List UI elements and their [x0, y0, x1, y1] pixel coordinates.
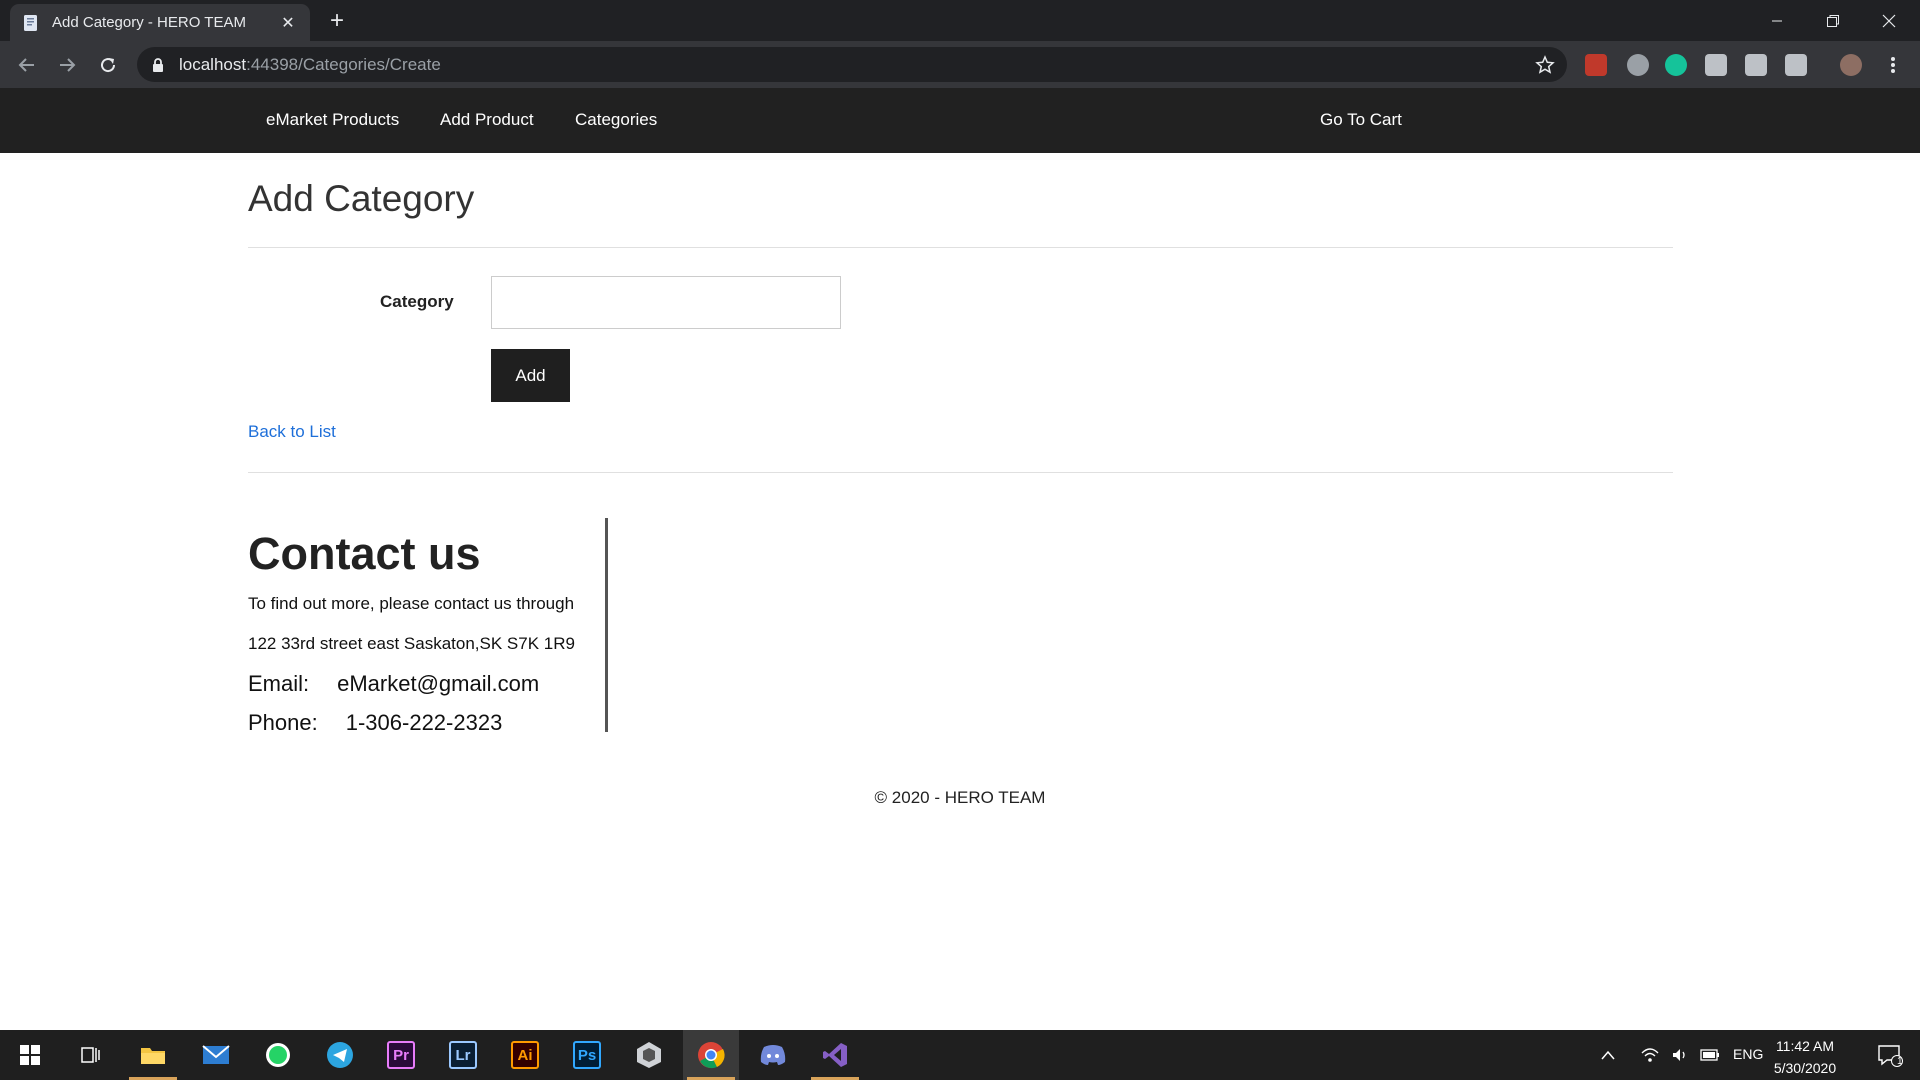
- tab-close-icon[interactable]: ✕: [278, 13, 298, 33]
- discord-icon[interactable]: [745, 1030, 801, 1080]
- clock-time: 11:42 AM: [1775, 1038, 1835, 1054]
- file-explorer-icon[interactable]: [125, 1030, 181, 1080]
- site-navbar: eMarket Products Add Product Categories …: [0, 88, 1920, 153]
- battery-icon[interactable]: [1695, 1030, 1725, 1080]
- content-divider: [248, 472, 1673, 473]
- whatsapp-icon[interactable]: [250, 1030, 306, 1080]
- nav-emarket-products[interactable]: eMarket Products: [266, 110, 399, 130]
- email-label: Email:: [248, 671, 310, 696]
- profile-avatar[interactable]: [1840, 54, 1862, 76]
- extension-card-icon[interactable]: [1705, 54, 1727, 76]
- lightroom-icon[interactable]: Lr: [435, 1030, 491, 1080]
- email-value: eMarket@gmail.com: [337, 671, 540, 696]
- contact-address: 122 33rd street east Saskaton,SK S7K 1R9: [248, 634, 575, 653]
- url-text: localhost:44398/Categories/Create: [179, 54, 441, 74]
- browser-menu-icon[interactable]: [1882, 54, 1904, 76]
- browser-tab-active[interactable]: Add Category - HERO TEAM ✕: [10, 4, 310, 41]
- phone-value: 1-306-222-2323: [345, 710, 503, 735]
- premiere-icon[interactable]: Pr: [373, 1030, 429, 1080]
- reload-icon[interactable]: [93, 50, 123, 80]
- contact-intro: To find out more, please contact us thro…: [248, 594, 575, 613]
- category-label: Category: [380, 292, 454, 311]
- illustrator-label: Ai: [511, 1041, 539, 1069]
- clock-date: 5/30/2020: [1773, 1060, 1837, 1076]
- unity-icon[interactable]: [621, 1030, 677, 1080]
- extension-camera-icon[interactable]: [1745, 54, 1767, 76]
- extension-bulb-icon[interactable]: [1785, 54, 1807, 76]
- extension-grammarly-icon[interactable]: [1665, 54, 1687, 76]
- photoshop-icon[interactable]: Ps: [559, 1030, 615, 1080]
- telegram-icon[interactable]: [312, 1030, 368, 1080]
- chrome-icon[interactable]: [683, 1030, 739, 1080]
- nav-add-product[interactable]: Add Product: [440, 110, 534, 130]
- system-clock[interactable]: 11:42 AM 5/30/2020: [1760, 1035, 1850, 1079]
- volume-icon[interactable]: [1665, 1030, 1695, 1080]
- contact-phone: Phone: 1-306-222-2323: [248, 710, 502, 736]
- address-bar[interactable]: localhost:44398/Categories/Create: [137, 47, 1567, 82]
- premiere-label: Pr: [387, 1041, 415, 1069]
- browser-toolbar: localhost:44398/Categories/Create: [0, 41, 1920, 88]
- page-title: Add Category: [248, 178, 475, 219]
- notification-center-icon[interactable]: 1: [1862, 1030, 1918, 1080]
- wifi-icon[interactable]: [1635, 1030, 1665, 1080]
- photoshop-label: Ps: [573, 1041, 601, 1069]
- illustrator-icon[interactable]: Ai: [497, 1030, 553, 1080]
- category-input[interactable]: [491, 276, 841, 329]
- add-button[interactable]: Add: [491, 349, 570, 402]
- bookmark-star-icon[interactable]: [1535, 55, 1555, 75]
- task-view-icon[interactable]: [62, 1030, 118, 1080]
- phone-label: Phone:: [248, 710, 318, 735]
- page-favicon-icon: [22, 14, 40, 32]
- copyright: © 2020 - HERO TEAM: [874, 788, 1046, 807]
- title-divider: [248, 247, 1673, 248]
- contact-section: Contact us To find out more, please cont…: [248, 518, 608, 735]
- nav-go-to-cart[interactable]: Go To Cart: [1320, 110, 1402, 130]
- minimize-window-icon[interactable]: [1749, 0, 1805, 41]
- notification-count: 1: [1897, 1056, 1903, 1067]
- windows-start-icon[interactable]: [2, 1030, 58, 1080]
- contact-title: Contact us: [248, 528, 481, 579]
- extension-bookmark-icon[interactable]: [1585, 54, 1607, 76]
- nav-categories[interactable]: Categories: [575, 110, 657, 130]
- language-indicator[interactable]: ENG: [1733, 1046, 1763, 1062]
- lock-icon: [151, 57, 165, 73]
- contact-email: Email: eMarket@gmail.com: [248, 671, 539, 697]
- forward-arrow-icon[interactable]: [52, 50, 82, 80]
- restore-window-icon[interactable]: [1805, 0, 1861, 41]
- tab-title: Add Category - HERO TEAM: [52, 14, 246, 31]
- extension-chat-icon[interactable]: [1627, 54, 1649, 76]
- back-to-list-link[interactable]: Back to List: [248, 422, 336, 442]
- tray-chevron-up-icon[interactable]: [1593, 1030, 1623, 1080]
- back-arrow-icon[interactable]: [12, 50, 42, 80]
- lightroom-label: Lr: [449, 1041, 477, 1069]
- visual-studio-icon[interactable]: [807, 1030, 863, 1080]
- new-tab-button[interactable]: +: [323, 8, 351, 36]
- mail-icon[interactable]: [188, 1030, 244, 1080]
- browser-tab-strip: Add Category - HERO TEAM ✕ +: [0, 0, 1920, 41]
- close-window-icon[interactable]: [1861, 0, 1917, 41]
- windows-taskbar: Pr Lr Ai Ps ENG 11:42 AM 5/30/2020 1: [0, 1030, 1920, 1080]
